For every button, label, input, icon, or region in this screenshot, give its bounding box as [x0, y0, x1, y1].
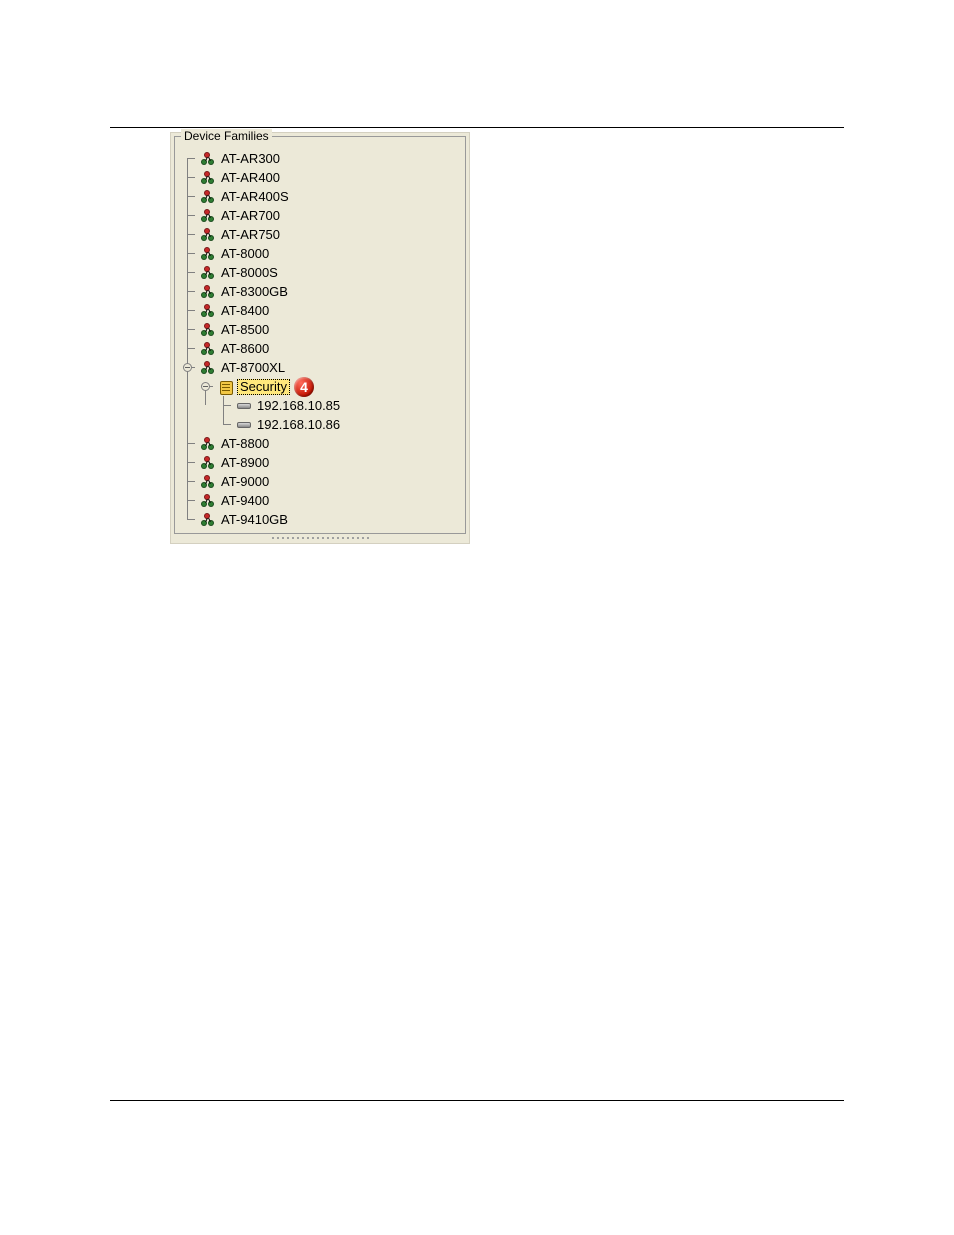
tree-label: AT-AR400S	[219, 189, 291, 204]
tree-node-at-8700xl[interactable]: AT-8700XL	[181, 358, 459, 377]
page-rule-top	[110, 127, 844, 128]
expand-toggle-icon[interactable]	[183, 363, 192, 372]
host-icon	[235, 398, 253, 414]
tree-node-at-8600[interactable]: AT-8600	[181, 339, 459, 358]
tree-label: AT-8300GB	[219, 284, 290, 299]
tree-node-at-8000s[interactable]: AT-8000S	[181, 263, 459, 282]
tree-label: AT-AR750	[219, 227, 282, 242]
tree-node-host-2[interactable]: 192.168.10.86	[181, 415, 459, 434]
tree-node-at-9410gb[interactable]: AT-9410GB	[181, 510, 459, 529]
tree-label: AT-8800	[219, 436, 271, 451]
tree-label: AT-9000	[219, 474, 271, 489]
tree-label: AT-AR300	[219, 151, 282, 166]
tree-label: 192.168.10.85	[255, 398, 342, 413]
tree-node-at-ar750[interactable]: AT-AR750	[181, 225, 459, 244]
tree-node-security[interactable]: Security 4	[181, 377, 459, 396]
tree-label: 192.168.10.86	[255, 417, 342, 432]
expand-toggle-icon[interactable]	[201, 382, 210, 391]
panel-title: Device Families	[181, 129, 272, 143]
tree-label: AT-9400	[219, 493, 271, 508]
tree-label: AT-8700XL	[219, 360, 287, 375]
device-family-icon	[199, 512, 217, 528]
device-family-icon	[199, 474, 217, 490]
device-family-icon	[199, 151, 217, 167]
device-family-icon	[199, 303, 217, 319]
device-family-icon	[199, 360, 217, 376]
device-families-panel: Device Families AT-AR300	[170, 132, 470, 544]
device-family-icon	[199, 284, 217, 300]
tree-node-at-8900[interactable]: AT-8900	[181, 453, 459, 472]
resize-grip[interactable]	[171, 535, 469, 541]
tree-node-at-9400[interactable]: AT-9400	[181, 491, 459, 510]
device-family-icon	[199, 322, 217, 338]
page-rule-bottom	[110, 1100, 844, 1101]
tree-node-at-ar300[interactable]: AT-AR300	[181, 149, 459, 168]
tree-label: AT-8600	[219, 341, 271, 356]
tree-node-at-8000[interactable]: AT-8000	[181, 244, 459, 263]
tree-node-at-ar700[interactable]: AT-AR700	[181, 206, 459, 225]
tree-node-at-8800[interactable]: AT-8800	[181, 434, 459, 453]
device-family-icon	[199, 265, 217, 281]
tree-label: AT-8500	[219, 322, 271, 337]
device-family-icon	[199, 227, 217, 243]
tree-label: AT-AR400	[219, 170, 282, 185]
tree-label: AT-8400	[219, 303, 271, 318]
device-families-fieldset: Device Families AT-AR300	[174, 136, 466, 534]
tree-node-at-8400[interactable]: AT-8400	[181, 301, 459, 320]
tree-label-selected: Security	[237, 379, 290, 395]
tree-label: AT-9410GB	[219, 512, 290, 527]
tree-label: AT-8900	[219, 455, 271, 470]
tree-node-at-8300gb[interactable]: AT-8300GB	[181, 282, 459, 301]
device-family-icon	[199, 208, 217, 224]
device-family-icon	[199, 246, 217, 262]
device-family-icon	[199, 436, 217, 452]
tree-node-at-9000[interactable]: AT-9000	[181, 472, 459, 491]
tree-node-at-8500[interactable]: AT-8500	[181, 320, 459, 339]
tree-node-host-1[interactable]: 192.168.10.85	[181, 396, 459, 415]
tree-node-at-ar400[interactable]: AT-AR400	[181, 168, 459, 187]
host-icon	[235, 417, 253, 433]
tree-node-at-ar400s[interactable]: AT-AR400S	[181, 187, 459, 206]
callout-badge: 4	[294, 377, 314, 397]
device-family-icon	[199, 493, 217, 509]
device-family-icon	[199, 455, 217, 471]
device-family-icon	[199, 170, 217, 186]
device-family-icon	[199, 189, 217, 205]
device-tree[interactable]: AT-AR300 AT-AR400	[181, 149, 459, 527]
config-icon	[217, 379, 235, 395]
tree-label: AT-AR700	[219, 208, 282, 223]
tree-label: AT-8000	[219, 246, 271, 261]
tree-label: AT-8000S	[219, 265, 280, 280]
device-family-icon	[199, 341, 217, 357]
